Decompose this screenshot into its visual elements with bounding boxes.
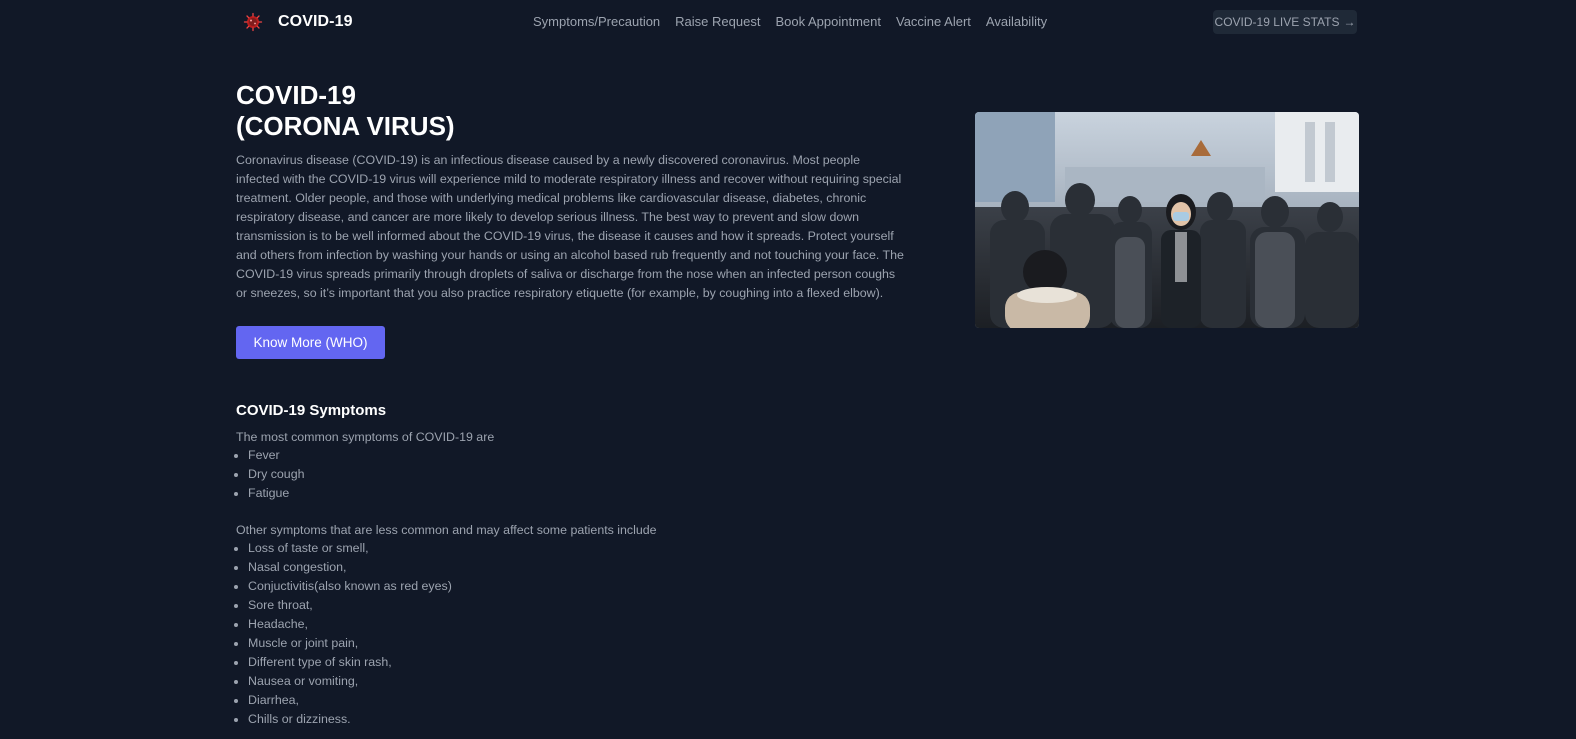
list-item: Fever [248,446,304,465]
list-item: Nasal congestion, [248,558,452,577]
symptoms-heading: COVID-19 Symptoms [236,402,387,419]
brand-name: COVID-19 [278,13,353,30]
main-nav: Symptoms/Precaution Raise Request Book A… [533,14,1047,29]
list-item: Conjuctivitis(also known as red eyes) [248,577,452,596]
nav-availability[interactable]: Availability [986,14,1047,29]
nav-vaccine-alert[interactable]: Vaccine Alert [896,14,971,29]
arrow-right-icon: → [1343,15,1356,29]
list-item: Headache, [248,615,452,634]
list-item: Nausea or vomiting, [248,672,452,691]
list-item: Chills or dizziness. [248,710,452,729]
list-item: Loss of taste or smell, [248,539,452,558]
brand[interactable]: COVID-19 [243,11,353,33]
nav-raise-request[interactable]: Raise Request [675,14,760,29]
top-navbar: COVID-19 Symptoms/Precaution Raise Reque… [0,0,1576,46]
live-stats-label: COVID-19 LIVE STATS [1214,15,1340,29]
know-more-who-button[interactable]: Know More (WHO) [236,326,385,359]
intro-paragraph: Coronavirus disease (COVID-19) is an inf… [236,153,904,300]
title-line-2: (CORONA VIRUS) [236,111,455,141]
other-symptoms-intro: Other symptoms that are less common and … [236,523,657,537]
list-item: Different type of skin rash, [248,653,452,672]
live-stats-button[interactable]: COVID-19 LIVE STATS → [1213,10,1357,34]
list-item: Fatigue [248,484,304,503]
common-symptoms-list: Fever Dry cough Fatigue [248,446,304,503]
other-symptoms-list: Loss of taste or smell, Nasal congestion… [248,539,452,729]
nav-symptoms-precaution[interactable]: Symptoms/Precaution [533,14,660,29]
crowd-with-masks-photo [975,112,1359,328]
virus-logo-icon [243,12,263,32]
list-item: Sore throat, [248,596,452,615]
title-line-1: COVID-19 [236,80,356,110]
page-title: COVID-19 (CORONA VIRUS) [236,80,455,142]
nav-book-appointment[interactable]: Book Appointment [775,14,881,29]
common-symptoms-intro: The most common symptoms of COVID-19 are [236,430,495,444]
list-item: Muscle or joint pain, [248,634,452,653]
list-item: Diarrhea, [248,691,452,710]
page: COVID-19 Symptoms/Precaution Raise Reque… [0,0,1576,739]
list-item: Dry cough [248,465,304,484]
